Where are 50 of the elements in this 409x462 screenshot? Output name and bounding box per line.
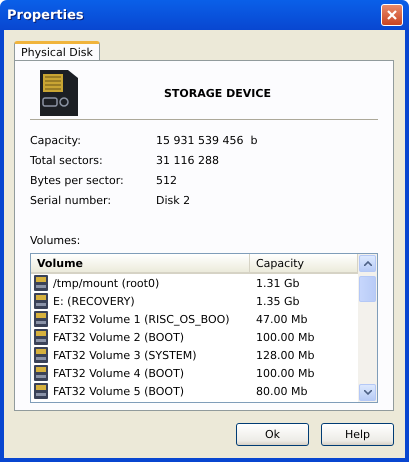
volume-cell[interactable]: /tmp/mount (root0) xyxy=(31,275,250,291)
volume-icon xyxy=(33,275,49,291)
scroll-down-icon[interactable] xyxy=(364,390,372,395)
scroll-up-icon[interactable] xyxy=(364,261,372,266)
volume-name: FAT32 Volume 2 (BOOT) xyxy=(53,330,184,344)
property-label: Capacity: xyxy=(30,134,82,147)
close-button[interactable] xyxy=(381,4,403,26)
property-value: 15 931 539 456 b xyxy=(156,134,258,147)
volume-cell[interactable]: FAT32 Volume 5 (BOOT) xyxy=(31,383,250,399)
volume-icon xyxy=(33,365,49,381)
scrollbar[interactable] xyxy=(358,254,377,402)
capacity-cell-text: 128.00 Mb xyxy=(255,348,316,362)
capacity-cell-text: 47.00 Mb xyxy=(255,312,308,326)
volume-cell[interactable]: E: (RECOVERY) xyxy=(31,293,250,309)
volumes-label: Volumes: xyxy=(30,234,82,247)
capacity-cell-text: 1.35 Gb xyxy=(255,294,300,308)
column-header[interactable]: Volume xyxy=(31,254,250,272)
dialog-button[interactable]: Help xyxy=(321,423,394,446)
dialog-button[interactable]: Ok xyxy=(236,423,309,446)
memory-card-icon xyxy=(38,68,80,118)
window-title: Properties xyxy=(7,8,84,22)
volume-icon xyxy=(33,329,49,345)
property-value: 31 116 288 xyxy=(156,154,220,167)
capacity-cell-text: 80.00 Mb xyxy=(255,384,308,398)
volume-cell[interactable]: FAT32 Volume 1 (RISC_OS_BOO) xyxy=(31,311,250,327)
volume-name: FAT32 Volume 3 (SYSTEM) xyxy=(53,348,197,362)
volume-cell[interactable]: FAT32 Volume 2 (BOOT) xyxy=(31,329,250,345)
volume-name: /tmp/mount (root0) xyxy=(53,276,160,290)
capacity-cell-text: 100.00 Mb xyxy=(255,330,316,344)
capacity-cell-text: 100.00 Mb xyxy=(255,366,316,380)
close-icon xyxy=(387,10,397,20)
property-value: 512 xyxy=(156,174,178,187)
volume-icon xyxy=(33,383,49,399)
volume-name: FAT32 Volume 1 (RISC_OS_BOO) xyxy=(53,312,230,326)
property-label: Bytes per sector: xyxy=(30,174,125,187)
volume-cell[interactable]: FAT32 Volume 4 (BOOT) xyxy=(31,365,250,381)
volume-icon xyxy=(33,311,49,327)
property-value: Disk 2 xyxy=(156,194,192,207)
volume-name: FAT32 Volume 4 (BOOT) xyxy=(53,366,184,380)
property-label: Serial number: xyxy=(30,194,112,207)
device-name: STORAGE DEVICE xyxy=(164,86,271,100)
volume-name: E: (RECOVERY) xyxy=(53,294,135,308)
volume-icon xyxy=(33,347,49,363)
volume-cell[interactable]: FAT32 Volume 3 (SYSTEM) xyxy=(31,347,250,363)
capacity-cell-text: 1.31 Gb xyxy=(255,276,300,290)
volume-icon xyxy=(33,293,49,309)
volume-name: FAT32 Volume 5 (BOOT) xyxy=(53,384,184,398)
property-label: Total sectors: xyxy=(30,154,104,167)
scroll-thumb[interactable] xyxy=(359,276,376,302)
tab[interactable]: Physical Disk xyxy=(14,41,100,60)
